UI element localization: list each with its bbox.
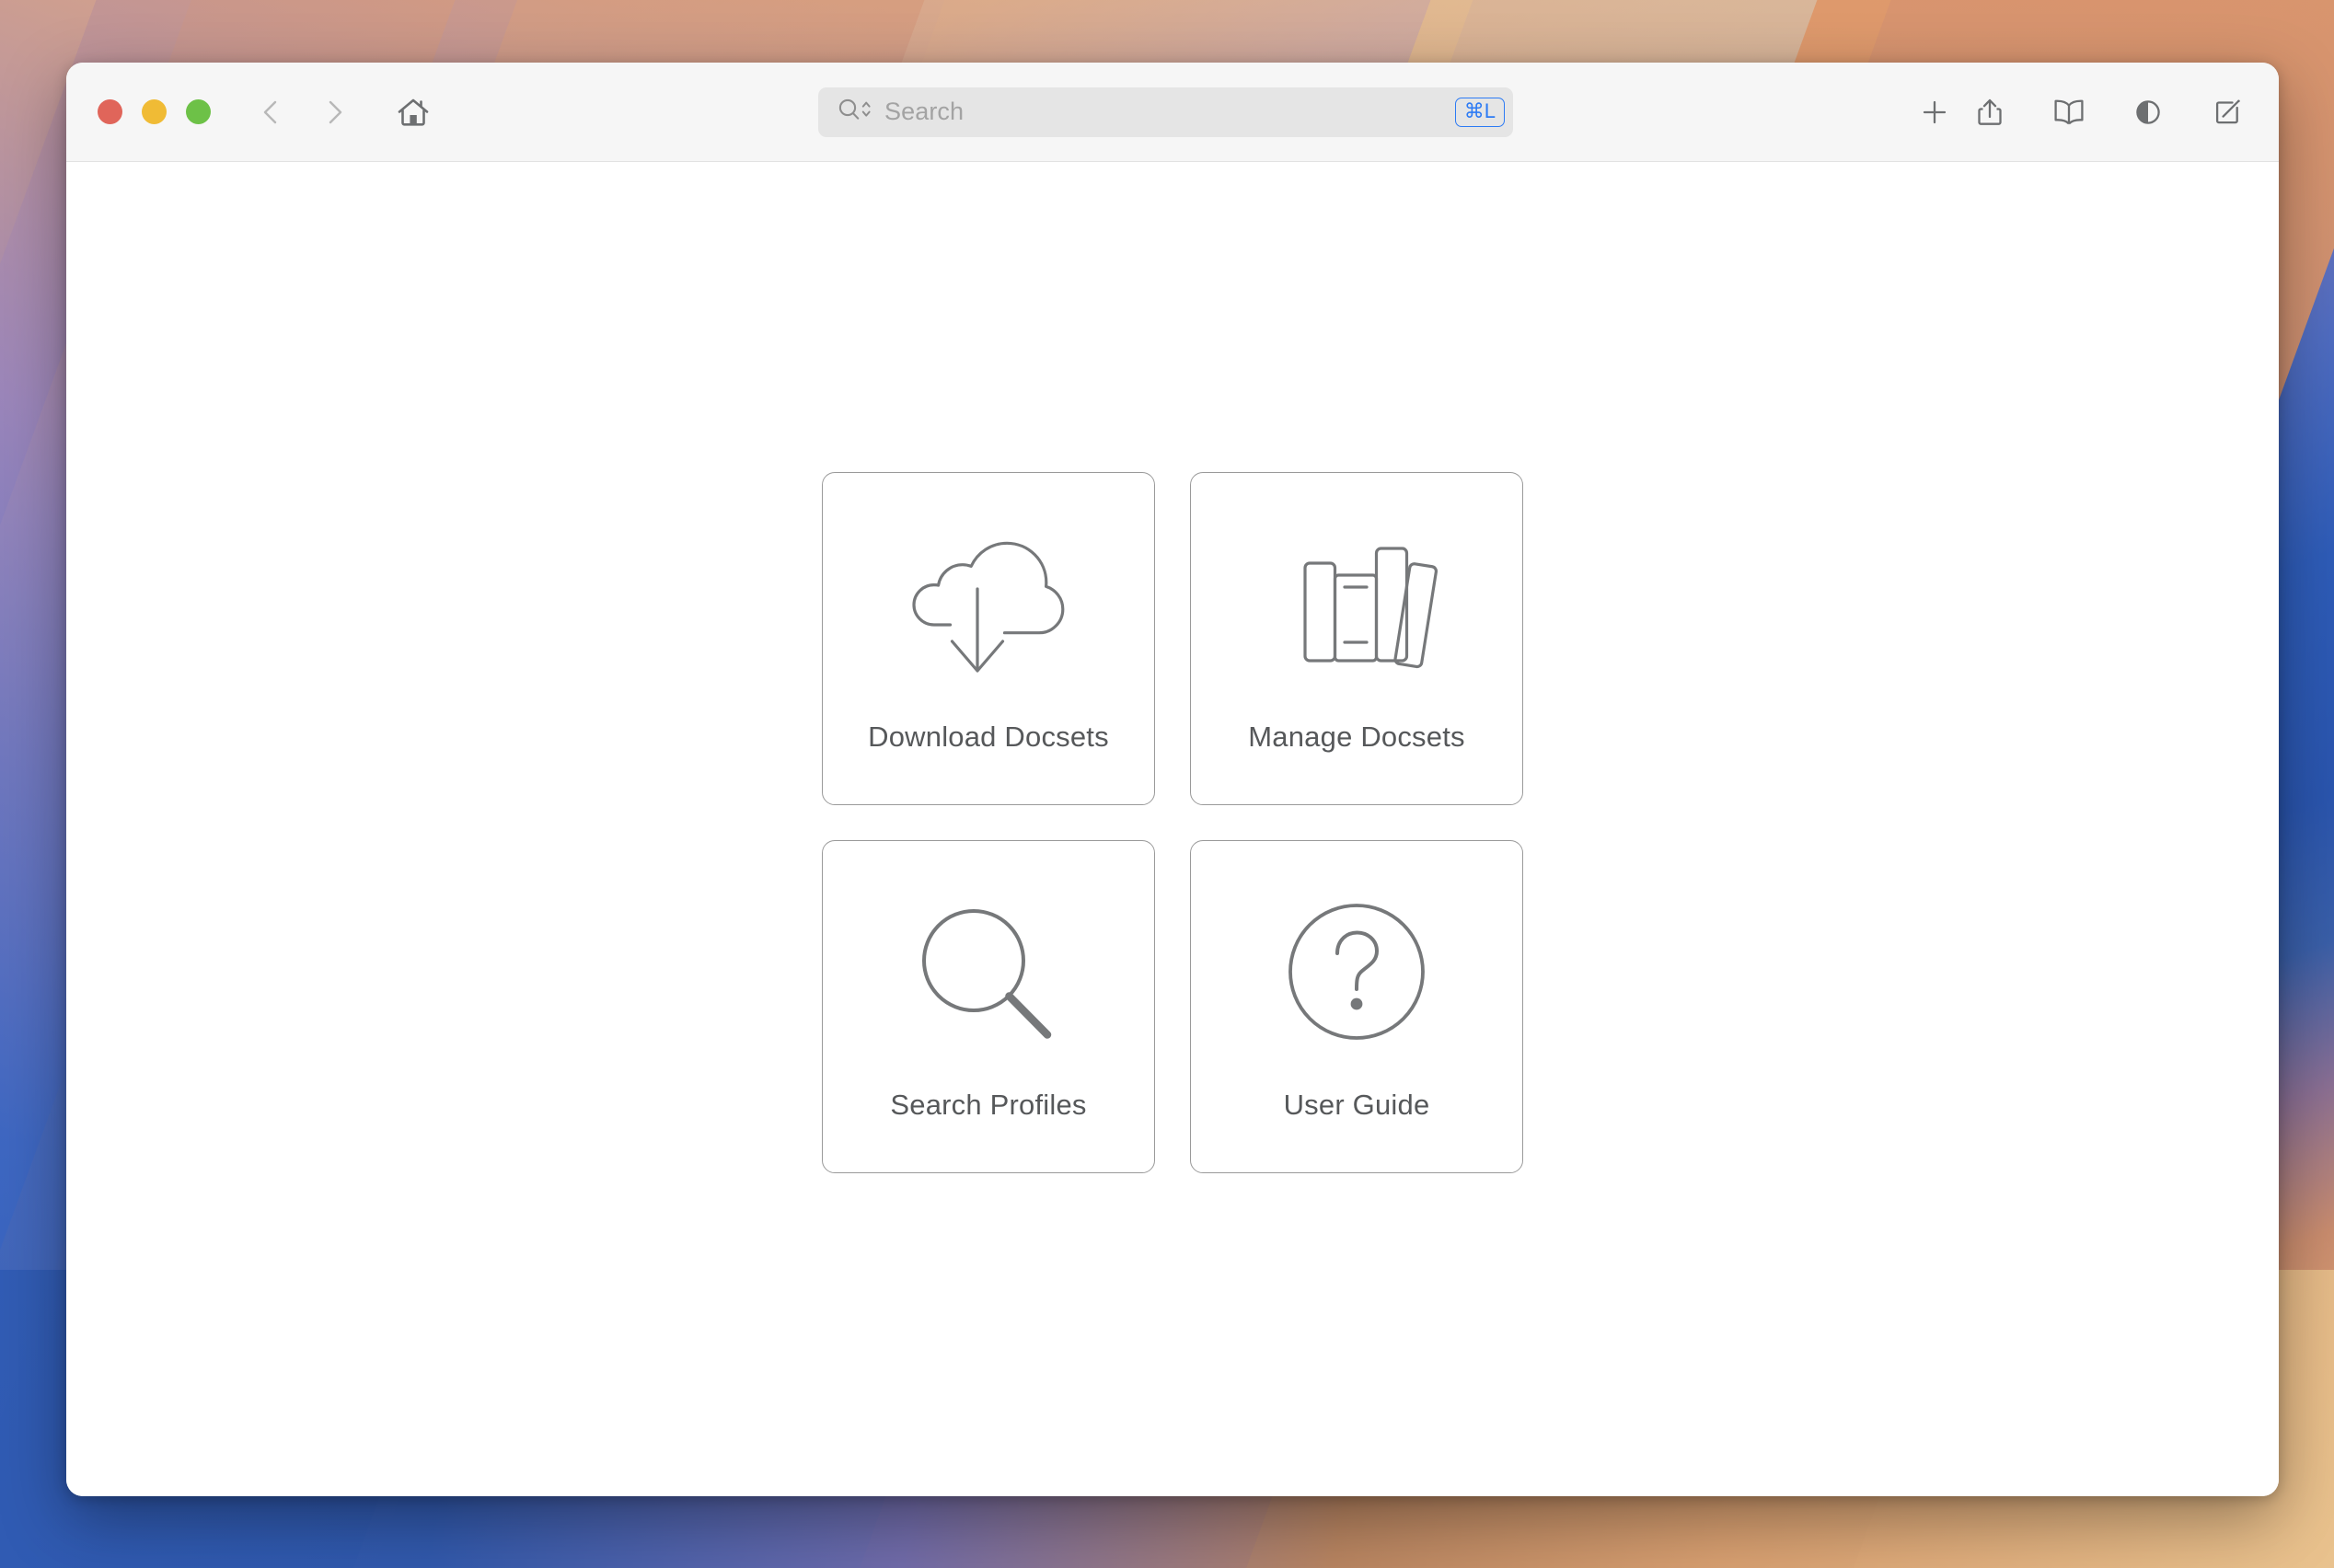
magnifier-icon [907, 886, 1069, 1061]
share-button[interactable] [1962, 85, 2017, 140]
close-button[interactable] [98, 99, 122, 124]
forward-button[interactable] [306, 85, 362, 140]
tile-download-docsets[interactable]: Download Docsets [822, 472, 1155, 805]
tile-label: User Guide [1283, 1089, 1430, 1121]
app-window: Search ⌘L Download Docsets Manage Docset… [66, 63, 2279, 1496]
books-icon [1276, 518, 1438, 693]
search-shortcut-badge: ⌘L [1454, 97, 1505, 127]
compose-button[interactable] [2200, 85, 2255, 140]
compose-icon [2210, 95, 2245, 130]
traffic-light-group [98, 99, 211, 124]
share-icon [1972, 95, 2007, 130]
book-icon [2050, 95, 2088, 130]
tile-label: Manage Docsets [1248, 721, 1465, 753]
tile-search-profiles[interactable]: Search Profiles [822, 840, 1155, 1173]
window-toolbar: Search ⌘L [66, 63, 2279, 162]
tile-user-guide[interactable]: User Guide [1190, 840, 1523, 1173]
tile-label: Download Docsets [868, 721, 1109, 753]
tile-grid: Download Docsets Manage Docsets Search P… [822, 472, 1523, 1173]
tile-label: Search Profiles [890, 1089, 1087, 1121]
search-input[interactable]: Search [884, 99, 1446, 124]
bookmarks-button[interactable] [2041, 85, 2097, 140]
toolbar-right-icons [1962, 85, 2255, 140]
question-circle-icon [1276, 886, 1438, 1061]
tile-manage-docsets[interactable]: Manage Docsets [1190, 472, 1523, 805]
magnifier-stepper-icon [837, 96, 875, 128]
plus-icon [1918, 96, 1951, 129]
home-icon [395, 94, 432, 131]
main-content: Download Docsets Manage Docsets Search P… [66, 162, 2279, 1496]
search-area: Search ⌘L [441, 86, 1890, 137]
new-tab-button[interactable] [1907, 85, 1962, 140]
chevron-left-icon [256, 97, 287, 128]
cloud-download-icon [907, 518, 1069, 693]
contrast-icon [2131, 95, 2166, 130]
chevron-right-icon [318, 97, 350, 128]
back-button[interactable] [244, 85, 299, 140]
navigation-group [244, 85, 441, 140]
maximize-button[interactable] [186, 99, 211, 124]
appearance-button[interactable] [2120, 85, 2176, 140]
home-button[interactable] [386, 85, 441, 140]
minimize-button[interactable] [142, 99, 167, 124]
desktop-wallpaper: Search ⌘L Download Docsets Manage Docset… [0, 0, 2334, 1568]
search-field[interactable]: Search ⌘L [818, 86, 1513, 137]
